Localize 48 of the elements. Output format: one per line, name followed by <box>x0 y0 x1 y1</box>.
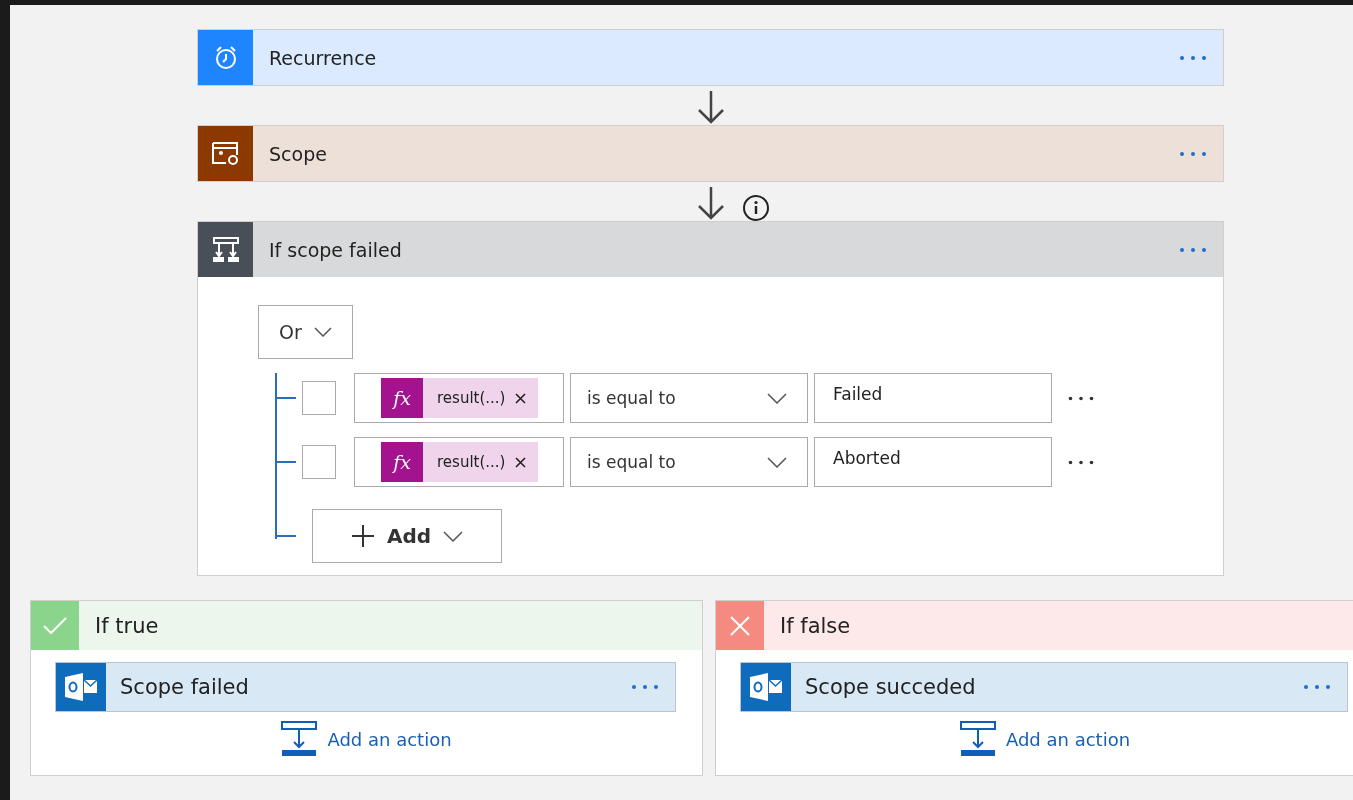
step-header[interactable]: Recurrence <box>198 30 1223 85</box>
info-icon[interactable] <box>742 194 770 222</box>
mail-app-icon <box>63 672 99 702</box>
expression-token: result(...) <box>423 378 539 418</box>
chevron-down-icon <box>767 392 787 404</box>
action-title: Scope succeded <box>805 675 977 699</box>
step-title: Recurrence <box>269 46 378 69</box>
remove-icon[interactable] <box>515 456 527 468</box>
add-action-link[interactable]: Add an action <box>275 720 458 758</box>
step-title: Scope <box>269 142 328 165</box>
add-dropdown[interactable]: Add <box>312 509 502 563</box>
step-header[interactable]: Scope <box>198 126 1223 181</box>
value-field[interactable]: Aborted <box>814 437 1052 487</box>
remove-icon[interactable] <box>515 392 527 404</box>
expression-field[interactable]: fx result(...) <box>354 373 564 423</box>
action-card[interactable]: Scope succeded <box>740 662 1348 712</box>
branch-title: If true <box>95 613 159 638</box>
operator-dropdown[interactable]: is equal to <box>570 437 808 487</box>
arrow-icon <box>695 90 726 124</box>
row-checkbox[interactable] <box>302 445 336 479</box>
insert-action-icon <box>959 721 996 757</box>
branch-title: If false <box>780 613 851 638</box>
close-icon <box>730 615 750 636</box>
expression-token: result(...) <box>423 442 539 482</box>
window-gear-icon <box>210 140 241 167</box>
step-header[interactable]: If scope failed <box>198 222 1223 277</box>
more-icon[interactable] <box>1068 459 1094 465</box>
action-card[interactable]: Scope failed <box>55 662 676 712</box>
plus-icon <box>350 524 375 548</box>
function-icon: fx <box>381 378 423 418</box>
checkmark-icon <box>43 616 67 635</box>
action-title: Scope failed <box>120 675 250 699</box>
step-title: If scope failed <box>269 238 403 261</box>
more-icon[interactable] <box>1068 395 1094 401</box>
branch-icon <box>210 235 241 264</box>
chevron-down-icon <box>443 530 464 542</box>
arrow-icon <box>695 186 726 220</box>
add-action-link[interactable]: Add an action <box>953 720 1137 758</box>
expression-field[interactable]: fx result(...) <box>354 437 564 487</box>
chevron-down-icon <box>767 456 787 468</box>
operator-dropdown[interactable]: is equal to <box>570 373 808 423</box>
chevron-down-icon <box>313 327 332 337</box>
insert-action-icon <box>281 721 318 757</box>
mail-app-icon <box>748 672 784 702</box>
row-checkbox[interactable] <box>302 381 336 415</box>
value-field[interactable]: Failed <box>814 373 1052 423</box>
function-icon: fx <box>381 442 423 482</box>
group-operator-dropdown[interactable]: Or <box>258 305 353 359</box>
